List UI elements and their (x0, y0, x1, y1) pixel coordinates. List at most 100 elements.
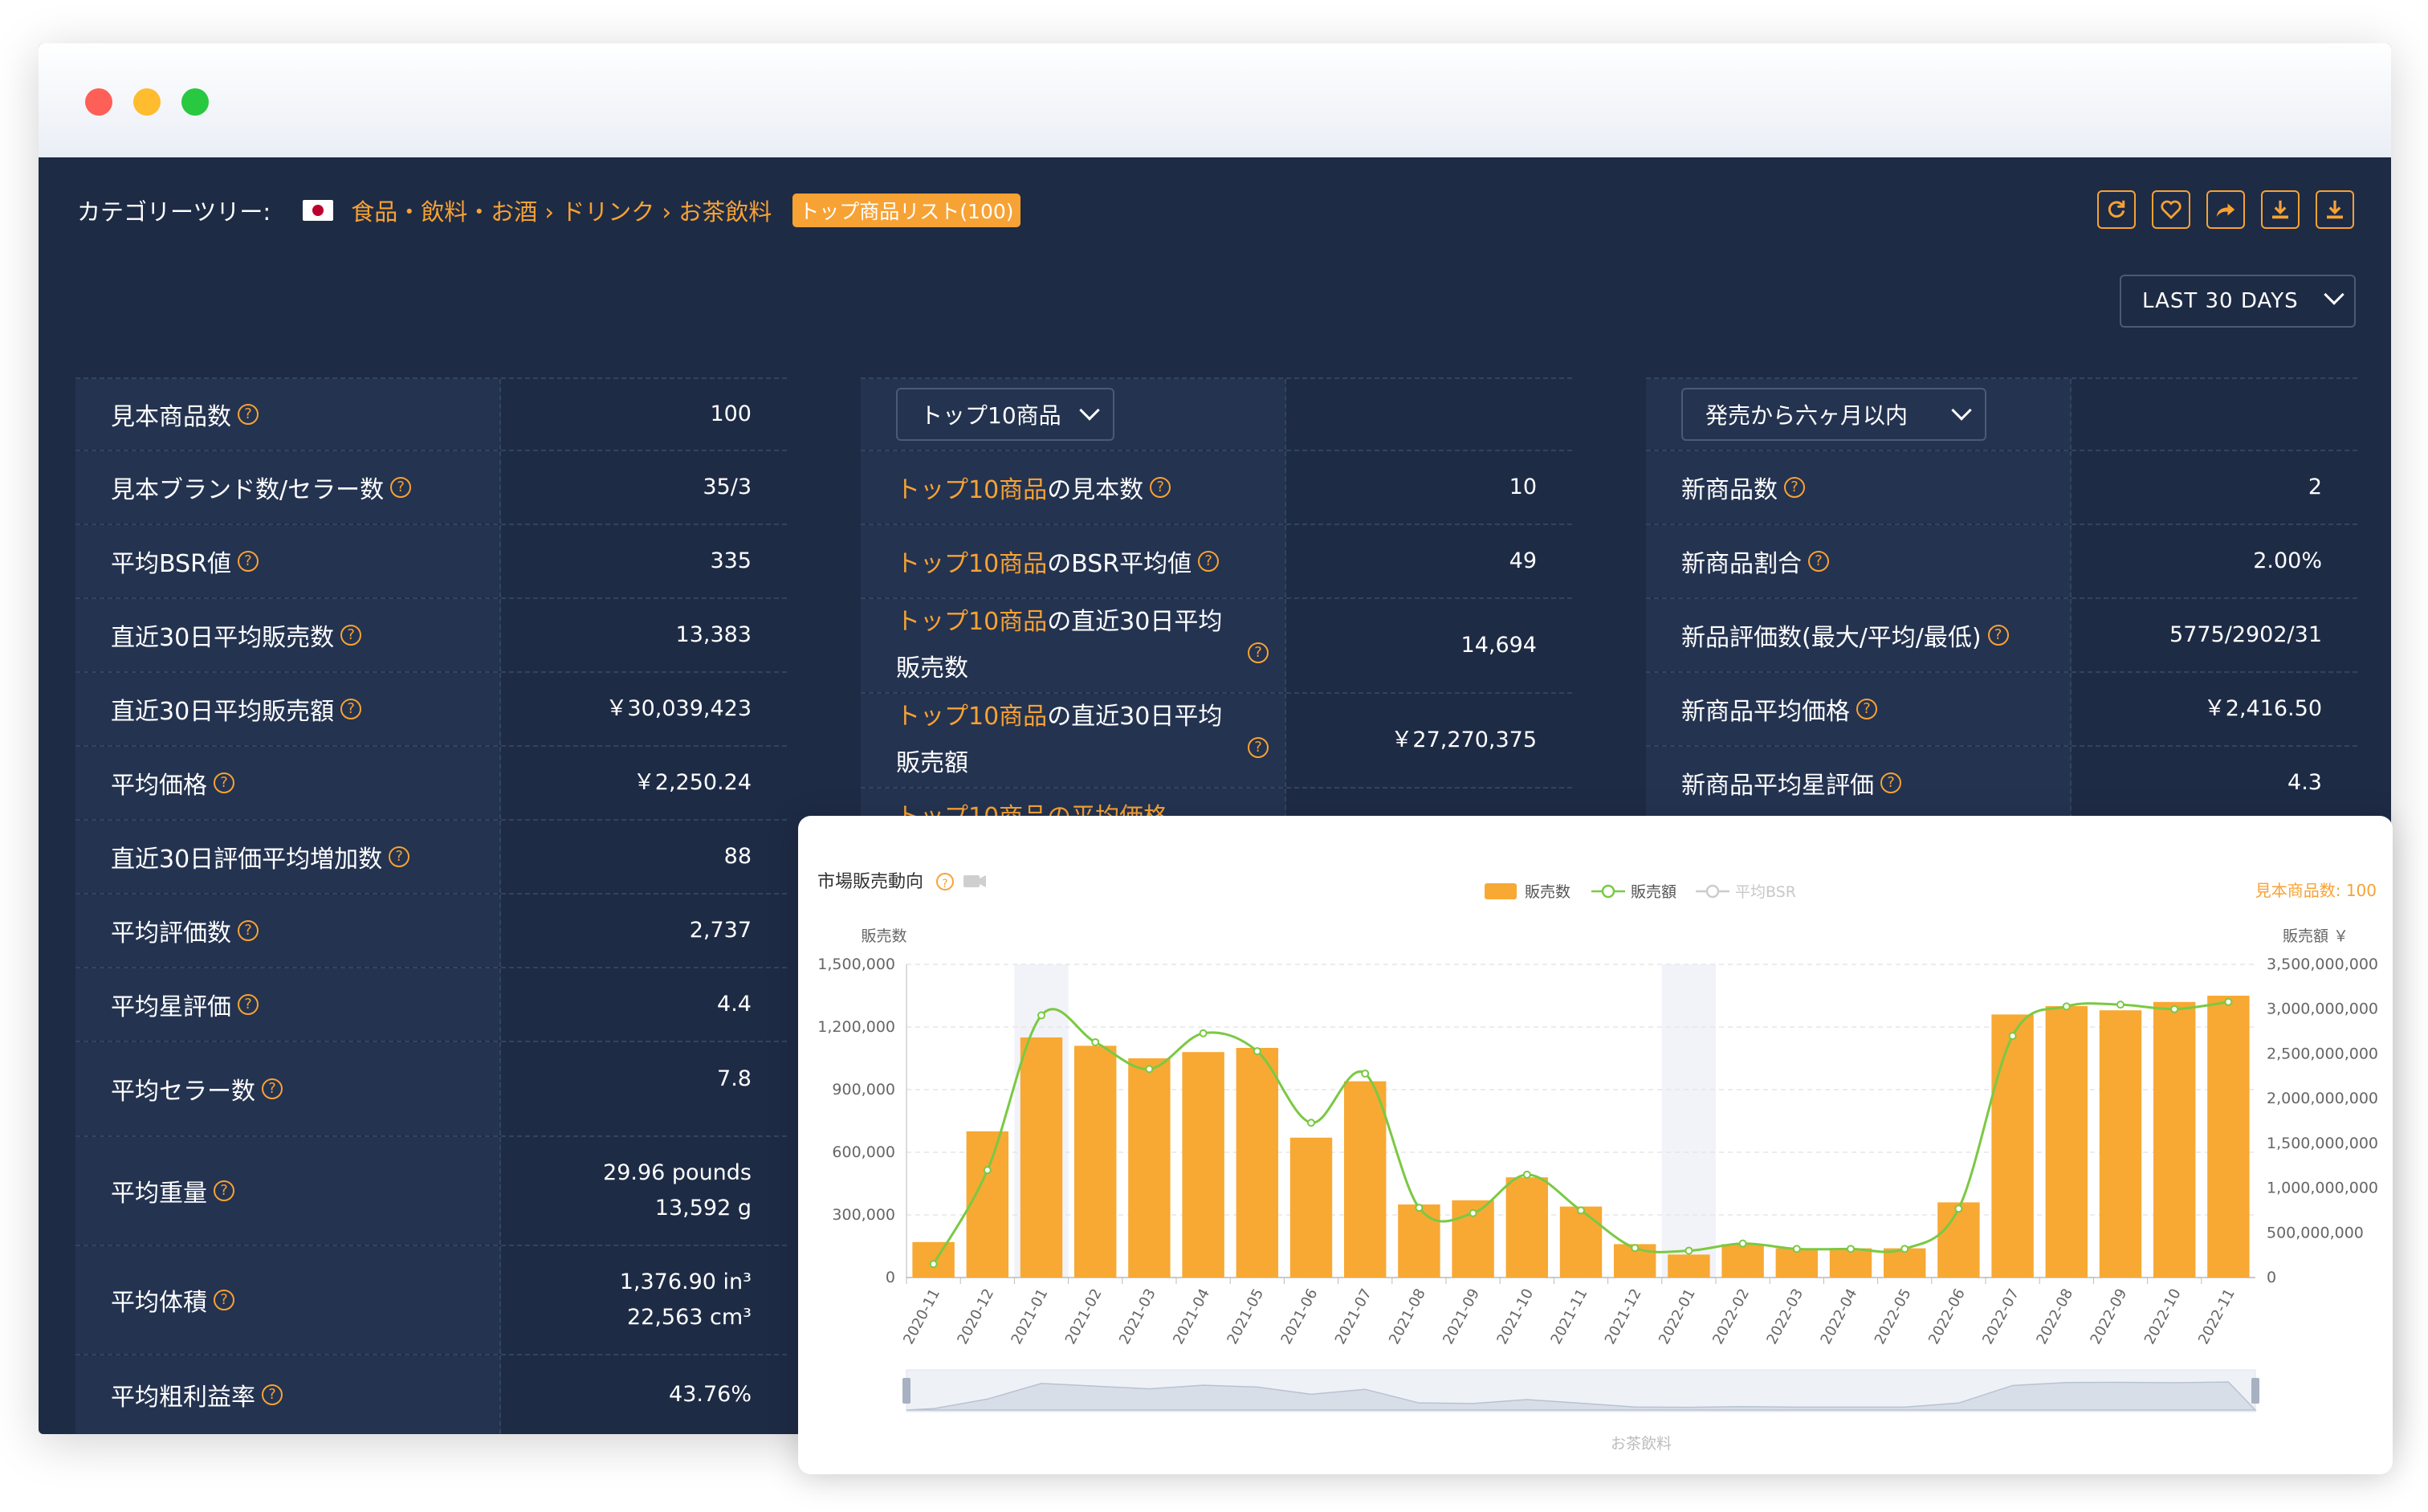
chevron-down-icon (2324, 284, 2344, 305)
revenue-point-2021-02[interactable] (1091, 1037, 1100, 1046)
revenue-point-2020-12[interactable] (983, 1166, 992, 1175)
highlight-column (1661, 964, 1716, 1278)
revenue-point-2022-01[interactable] (1685, 1246, 1693, 1255)
help-icon[interactable]: ? (1248, 737, 1269, 758)
bar-2022-11[interactable] (2207, 996, 2250, 1278)
bar-2022-06[interactable] (1937, 1202, 1980, 1278)
bar-2022-01[interactable] (1668, 1254, 1710, 1278)
heart-icon (2161, 200, 2182, 219)
revenue-point-2021-08[interactable] (1415, 1204, 1424, 1212)
bar-2022-09[interactable] (2099, 1010, 2142, 1278)
launch-period-select[interactable]: 発売から六ヶ月以内 (1681, 388, 1986, 441)
maximize-window-button[interactable] (181, 88, 209, 116)
bar-2021-08[interactable] (1398, 1204, 1440, 1278)
video-icon[interactable] (963, 875, 980, 887)
revenue-point-2021-07[interactable] (1361, 1069, 1370, 1078)
revenue-point-2021-09[interactable] (1469, 1208, 1477, 1217)
top-products-chip[interactable]: トップ商品リスト(100) (792, 194, 1020, 227)
help-icon[interactable]: ? (1987, 625, 2009, 646)
breadcrumb-path[interactable]: 食品・飲料・お酒 › ドリンク › お茶飲料 (351, 194, 772, 227)
revenue-point-2022-11[interactable] (2224, 997, 2233, 1006)
revenue-point-2022-05[interactable] (1900, 1245, 1909, 1253)
share-button[interactable] (2206, 190, 2245, 229)
bar-2021-06[interactable] (1289, 1137, 1333, 1278)
bar-2021-05[interactable] (1236, 1048, 1279, 1278)
help-icon[interactable]: ? (238, 994, 259, 1015)
legend-revenue[interactable]: 販売額 (1631, 883, 1676, 901)
revenue-point-2022-04[interactable] (1847, 1245, 1855, 1253)
help-icon[interactable]: ? (238, 920, 259, 941)
bar-2022-08[interactable] (2045, 1006, 2088, 1278)
revenue-point-2021-03[interactable] (1145, 1065, 1154, 1074)
y-tick-right: 0 (2267, 1269, 2276, 1286)
revenue-point-2022-09[interactable] (2116, 1001, 2124, 1009)
top-products-select[interactable]: トップ10商品 (896, 388, 1114, 441)
help-icon[interactable]: ? (237, 551, 259, 572)
export-button[interactable] (2316, 190, 2354, 229)
revenue-point-2021-04[interactable] (1199, 1029, 1208, 1037)
help-icon[interactable]: ? (340, 699, 362, 719)
close-window-button[interactable] (85, 88, 112, 116)
bar-2021-04[interactable] (1182, 1052, 1224, 1278)
bar-2021-02[interactable] (1073, 1045, 1117, 1278)
help-icon[interactable]: ? (1248, 642, 1269, 663)
help-icon[interactable]: ? (238, 404, 259, 425)
bar-2021-01[interactable] (1020, 1037, 1063, 1278)
bar-2020-11[interactable] (912, 1241, 955, 1278)
revenue-point-2022-10[interactable] (2170, 1005, 2179, 1013)
stat-label: 平均価格 (111, 772, 207, 800)
bar-2022-10[interactable] (2153, 1001, 2196, 1278)
legend-bsr[interactable]: 平均BSR (1735, 883, 1796, 901)
y-tick-right: 500,000,000 (2267, 1224, 2364, 1241)
help-icon[interactable]: ? (390, 477, 412, 498)
bar-2020-12[interactable] (966, 1131, 1009, 1278)
revenue-point-2022-07[interactable] (2008, 1032, 2017, 1041)
zoom-handle-right[interactable] (2251, 1378, 2259, 1404)
help-icon[interactable]: ? (214, 1290, 234, 1310)
revenue-point-2022-08[interactable] (2062, 1002, 2071, 1011)
help-icon[interactable]: ? (1880, 772, 1901, 793)
x-tick-label: 2022-10 (2141, 1286, 2185, 1347)
table-row: 平均体積? 1,376.90 in³ 22,563 cm³ (75, 1246, 787, 1355)
left-axis-label: 販売数 (861, 927, 906, 945)
bar-2021-10[interactable] (1505, 1177, 1549, 1278)
help-icon[interactable]: ? (389, 846, 410, 867)
help-icon[interactable]: ? (262, 1078, 283, 1099)
revenue-point-2020-11[interactable] (929, 1260, 938, 1269)
revenue-point-2022-02[interactable] (1738, 1239, 1747, 1248)
x-tick-label: 2022-01 (1656, 1286, 1699, 1347)
help-icon[interactable]: ? (1198, 551, 1220, 572)
download-button[interactable] (2261, 190, 2300, 229)
bar-2021-03[interactable] (1128, 1058, 1171, 1278)
bar-2021-11[interactable] (1559, 1206, 1603, 1278)
x-tick-label: 2021-04 (1170, 1286, 1213, 1347)
bar-2021-07[interactable] (1343, 1081, 1387, 1278)
help-icon[interactable]: ? (262, 1384, 283, 1405)
help-icon[interactable]: ? (1150, 477, 1171, 498)
refresh-button[interactable] (2097, 190, 2136, 229)
help-icon[interactable]: ? (214, 772, 234, 793)
refresh-icon (2108, 200, 2125, 218)
revenue-point-2021-11[interactable] (1577, 1206, 1585, 1215)
help-icon[interactable]: ? (1784, 477, 1805, 498)
revenue-point-2021-12[interactable] (1631, 1244, 1640, 1253)
zoom-handle-left[interactable] (902, 1378, 910, 1404)
help-icon[interactable]: ? (340, 625, 362, 646)
help-icon[interactable]: ? (1808, 551, 1829, 572)
revenue-point-2022-03[interactable] (1792, 1245, 1801, 1253)
help-icon[interactable]: ? (214, 1180, 234, 1201)
revenue-point-2022-06[interactable] (1954, 1204, 1963, 1213)
favorite-button[interactable] (2152, 190, 2190, 229)
revenue-point-2021-06[interactable] (1307, 1119, 1315, 1127)
revenue-point-2021-10[interactable] (1522, 1170, 1531, 1179)
bar-2022-02[interactable] (1721, 1244, 1764, 1278)
bar-2022-07[interactable] (1991, 1014, 2034, 1278)
minimize-window-button[interactable] (133, 88, 161, 116)
legend-swatch-sales[interactable] (1485, 883, 1517, 899)
date-range-select[interactable]: LAST 30 DAYS (2120, 275, 2356, 328)
revenue-point-2021-01[interactable] (1037, 1011, 1045, 1020)
help-icon[interactable]: ? (1856, 699, 1877, 719)
legend-sales[interactable]: 販売数 (1525, 883, 1570, 901)
revenue-point-2021-05[interactable] (1253, 1047, 1261, 1056)
table-row: 平均価格? ￥2,250.24 (75, 747, 787, 821)
